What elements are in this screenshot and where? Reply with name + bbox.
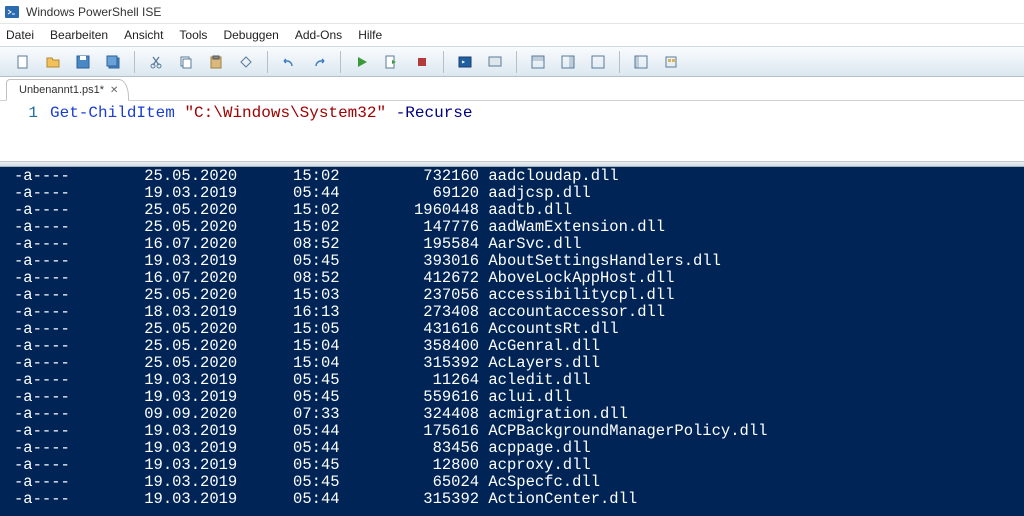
layout-max-icon[interactable]: [587, 51, 609, 73]
toolbar-separator: [516, 51, 517, 73]
new-file-icon[interactable]: [12, 51, 34, 73]
menu-tools[interactable]: Tools: [179, 28, 207, 42]
toolbar: [0, 46, 1024, 77]
layout-right-icon[interactable]: [557, 51, 579, 73]
menu-hilfe[interactable]: Hilfe: [358, 28, 382, 42]
line-number-gutter: 1: [0, 101, 50, 161]
code-cmdlet: Get-ChildItem: [50, 104, 175, 122]
menu-bearbeiten[interactable]: Bearbeiten: [50, 28, 108, 42]
menu-datei[interactable]: Datei: [6, 28, 34, 42]
menu-debuggen[interactable]: Debuggen: [223, 28, 278, 42]
code-line: Get-ChildItem "C:\Windows\System32" -Rec…: [50, 101, 473, 161]
window-titlebar: Windows PowerShell ISE: [0, 0, 1024, 24]
console-pane[interactable]: -a---- 25.05.2020 15:02 732160 aadclouda…: [0, 167, 1024, 516]
new-remote-tab-icon[interactable]: [454, 51, 476, 73]
stop-icon[interactable]: [411, 51, 433, 73]
save-all-icon[interactable]: [102, 51, 124, 73]
show-script-pane-icon[interactable]: [527, 51, 549, 73]
tab-close-icon[interactable]: ✕: [110, 85, 118, 96]
copy-icon[interactable]: [175, 51, 197, 73]
show-addon-icon[interactable]: [660, 51, 682, 73]
tab-label: Unbenannt1.ps1*: [19, 84, 104, 96]
cut-icon[interactable]: [145, 51, 167, 73]
menu-add-ons[interactable]: Add-Ons: [295, 28, 342, 42]
code-string: "C:\Windows\System32": [184, 104, 386, 122]
menu-ansicht[interactable]: Ansicht: [124, 28, 163, 42]
undo-icon[interactable]: [278, 51, 300, 73]
toolbar-separator: [340, 51, 341, 73]
app-icon: [4, 4, 20, 20]
open-file-icon[interactable]: [42, 51, 64, 73]
window-title: Windows PowerShell ISE: [26, 5, 161, 19]
clear-icon[interactable]: [235, 51, 257, 73]
tabstrip: Unbenannt1.ps1* ✕: [0, 77, 1024, 101]
show-command-icon[interactable]: [630, 51, 652, 73]
toolbar-separator: [619, 51, 620, 73]
remote-icon[interactable]: [484, 51, 506, 73]
toolbar-separator: [443, 51, 444, 73]
script-editor[interactable]: 1 Get-ChildItem "C:\Windows\System32" -R…: [0, 101, 1024, 161]
menubar: Datei Bearbeiten Ansicht Tools Debuggen …: [0, 24, 1024, 46]
toolbar-separator: [267, 51, 268, 73]
run-icon[interactable]: [351, 51, 373, 73]
redo-icon[interactable]: [308, 51, 330, 73]
paste-icon[interactable]: [205, 51, 227, 73]
save-icon[interactable]: [72, 51, 94, 73]
toolbar-separator: [134, 51, 135, 73]
code-param: -Recurse: [396, 104, 473, 122]
script-tab[interactable]: Unbenannt1.ps1* ✕: [6, 79, 129, 101]
run-selection-icon[interactable]: [381, 51, 403, 73]
